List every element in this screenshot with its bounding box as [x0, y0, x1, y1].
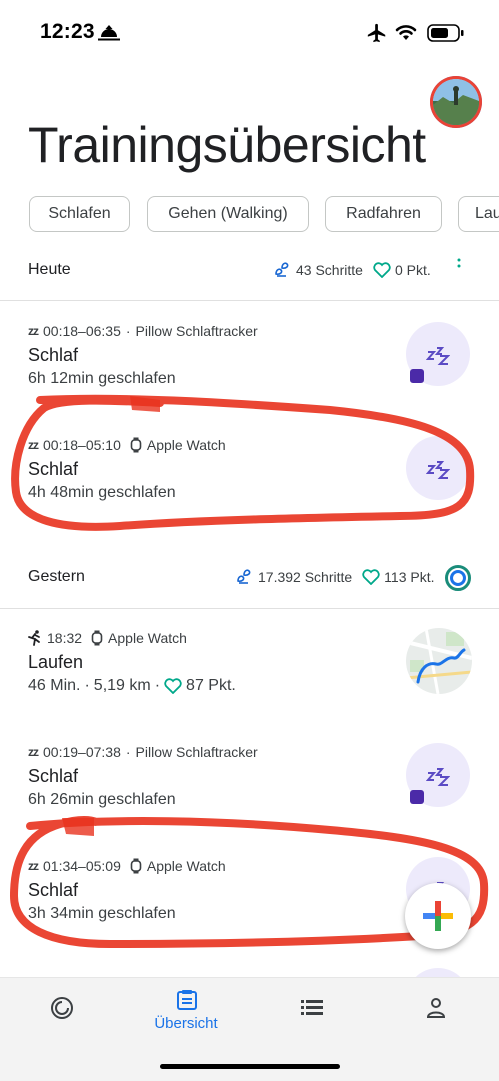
chip-laufen[interactable]: Lau [458, 196, 499, 232]
pillow-app-icon [410, 369, 424, 383]
entry-name: Schlaf [28, 880, 79, 900]
chip-radfahren[interactable]: Radfahren [325, 196, 442, 232]
yesterday-steps: 17.392 Schritte [258, 569, 353, 585]
home-indicator [160, 1064, 340, 1069]
entry-source: Pillow Schlaftracker [135, 323, 258, 339]
entry-detail: 3h 34min geschlafen [28, 905, 176, 922]
divider [0, 300, 499, 301]
avatar-photo [433, 79, 479, 125]
heart-points-icon [164, 678, 182, 694]
journal-ring-icon[interactable] [50, 996, 74, 1020]
airplane-icon [367, 23, 386, 43]
entry-name: Schlaf [28, 766, 79, 786]
entry-detail: 4h 48min geschlafen [28, 484, 176, 501]
steps-icon [237, 569, 251, 584]
watch-icon [91, 630, 103, 646]
entry-meta: zz 00:19–07:38 · Pillow Schlaftracker [28, 744, 258, 760]
sleep-z-icon [426, 347, 450, 365]
entry-source: Apple Watch [146, 858, 226, 874]
entry-detail: 6h 12min geschlafen [28, 370, 176, 387]
running-icon [28, 630, 40, 646]
heart-points-icon [373, 262, 391, 278]
entry-meta: zz 01:34–05:09 Apple Watch [28, 858, 226, 874]
entry-time: 18:32 [47, 630, 83, 646]
sleep-zz-icon: zz [28, 438, 39, 452]
run-points: 87 Pkt. [186, 677, 236, 694]
entry-detail: 6h 26min geschlafen [28, 791, 176, 808]
entry-time: 01:34–05:09 [43, 858, 121, 874]
today-points: 0 Pkt. [394, 262, 431, 278]
list-icon[interactable] [301, 998, 323, 1016]
entry-meta: zz 00:18–05:10 Apple Watch [28, 437, 226, 453]
profile-icon[interactable] [426, 997, 446, 1019]
sleep-bubble[interactable] [406, 436, 470, 500]
entry-name: Schlaf [28, 459, 79, 479]
heart-points-icon [362, 569, 380, 585]
entry-meta: 18:32 Apple Watch [28, 630, 187, 646]
sleep-zz-icon: zz [28, 324, 39, 338]
pillow-app-icon [410, 790, 424, 804]
add-activity-button[interactable] [405, 883, 471, 949]
wifi-icon [395, 25, 417, 40]
route-map-thumbnail[interactable] [406, 628, 472, 694]
page-title: Trainingsübersicht [28, 117, 426, 173]
sleep-zz-icon: zz [28, 745, 39, 759]
status-time: 12:23 [40, 20, 95, 43]
goal-ring-icon[interactable] [444, 564, 472, 592]
entry-source: Pillow Schlaftracker [135, 744, 258, 760]
entry-source: Apple Watch [108, 630, 187, 646]
sleep-z-icon [426, 768, 450, 786]
chip-schlafen[interactable]: Schlafen [29, 196, 130, 232]
plus-icon [423, 901, 453, 931]
battery-icon [427, 24, 464, 42]
entry-time: 00:19–07:38 [43, 744, 121, 760]
divider [0, 608, 499, 609]
sleep-z-icon [426, 461, 450, 479]
watch-icon [130, 437, 142, 453]
sunrise-icon [98, 25, 120, 41]
entry-time: 00:18–06:35 [43, 323, 121, 339]
avatar[interactable] [433, 79, 479, 125]
entry-source: Apple Watch [146, 437, 226, 453]
yesterday-points: 113 Pkt. [384, 569, 435, 585]
today-steps: 43 Schritte [296, 262, 363, 278]
chip-gehen[interactable]: Gehen (Walking) [147, 196, 309, 232]
entry-meta: zz 00:18–06:35 · Pillow Schlaftracker [28, 323, 258, 339]
section-title-today: Heute [28, 261, 71, 278]
nav-label-overview[interactable]: Übersicht [130, 1015, 242, 1032]
run-duration: 46 Min. [28, 677, 81, 694]
entry-detail: 46 Min. · 5,19 km · 87 Pkt. [28, 677, 236, 694]
entry-time: 00:18–05:10 [43, 437, 121, 453]
sleep-zz-icon: zz [28, 859, 39, 873]
today-stats: 43 Schritte 0 Pkt. [274, 262, 431, 278]
entry-name: Laufen [28, 652, 84, 672]
run-distance: 5,19 km [93, 677, 151, 694]
steps-icon [275, 262, 289, 277]
section-title-yesterday: Gestern [28, 568, 85, 585]
yesterday-stats: 17.392 Schritte 113 Pkt. [236, 569, 435, 585]
more-icon[interactable] [455, 258, 463, 272]
watch-icon [130, 858, 142, 874]
overview-icon[interactable] [176, 989, 198, 1011]
entry-name: Schlaf [28, 345, 79, 365]
